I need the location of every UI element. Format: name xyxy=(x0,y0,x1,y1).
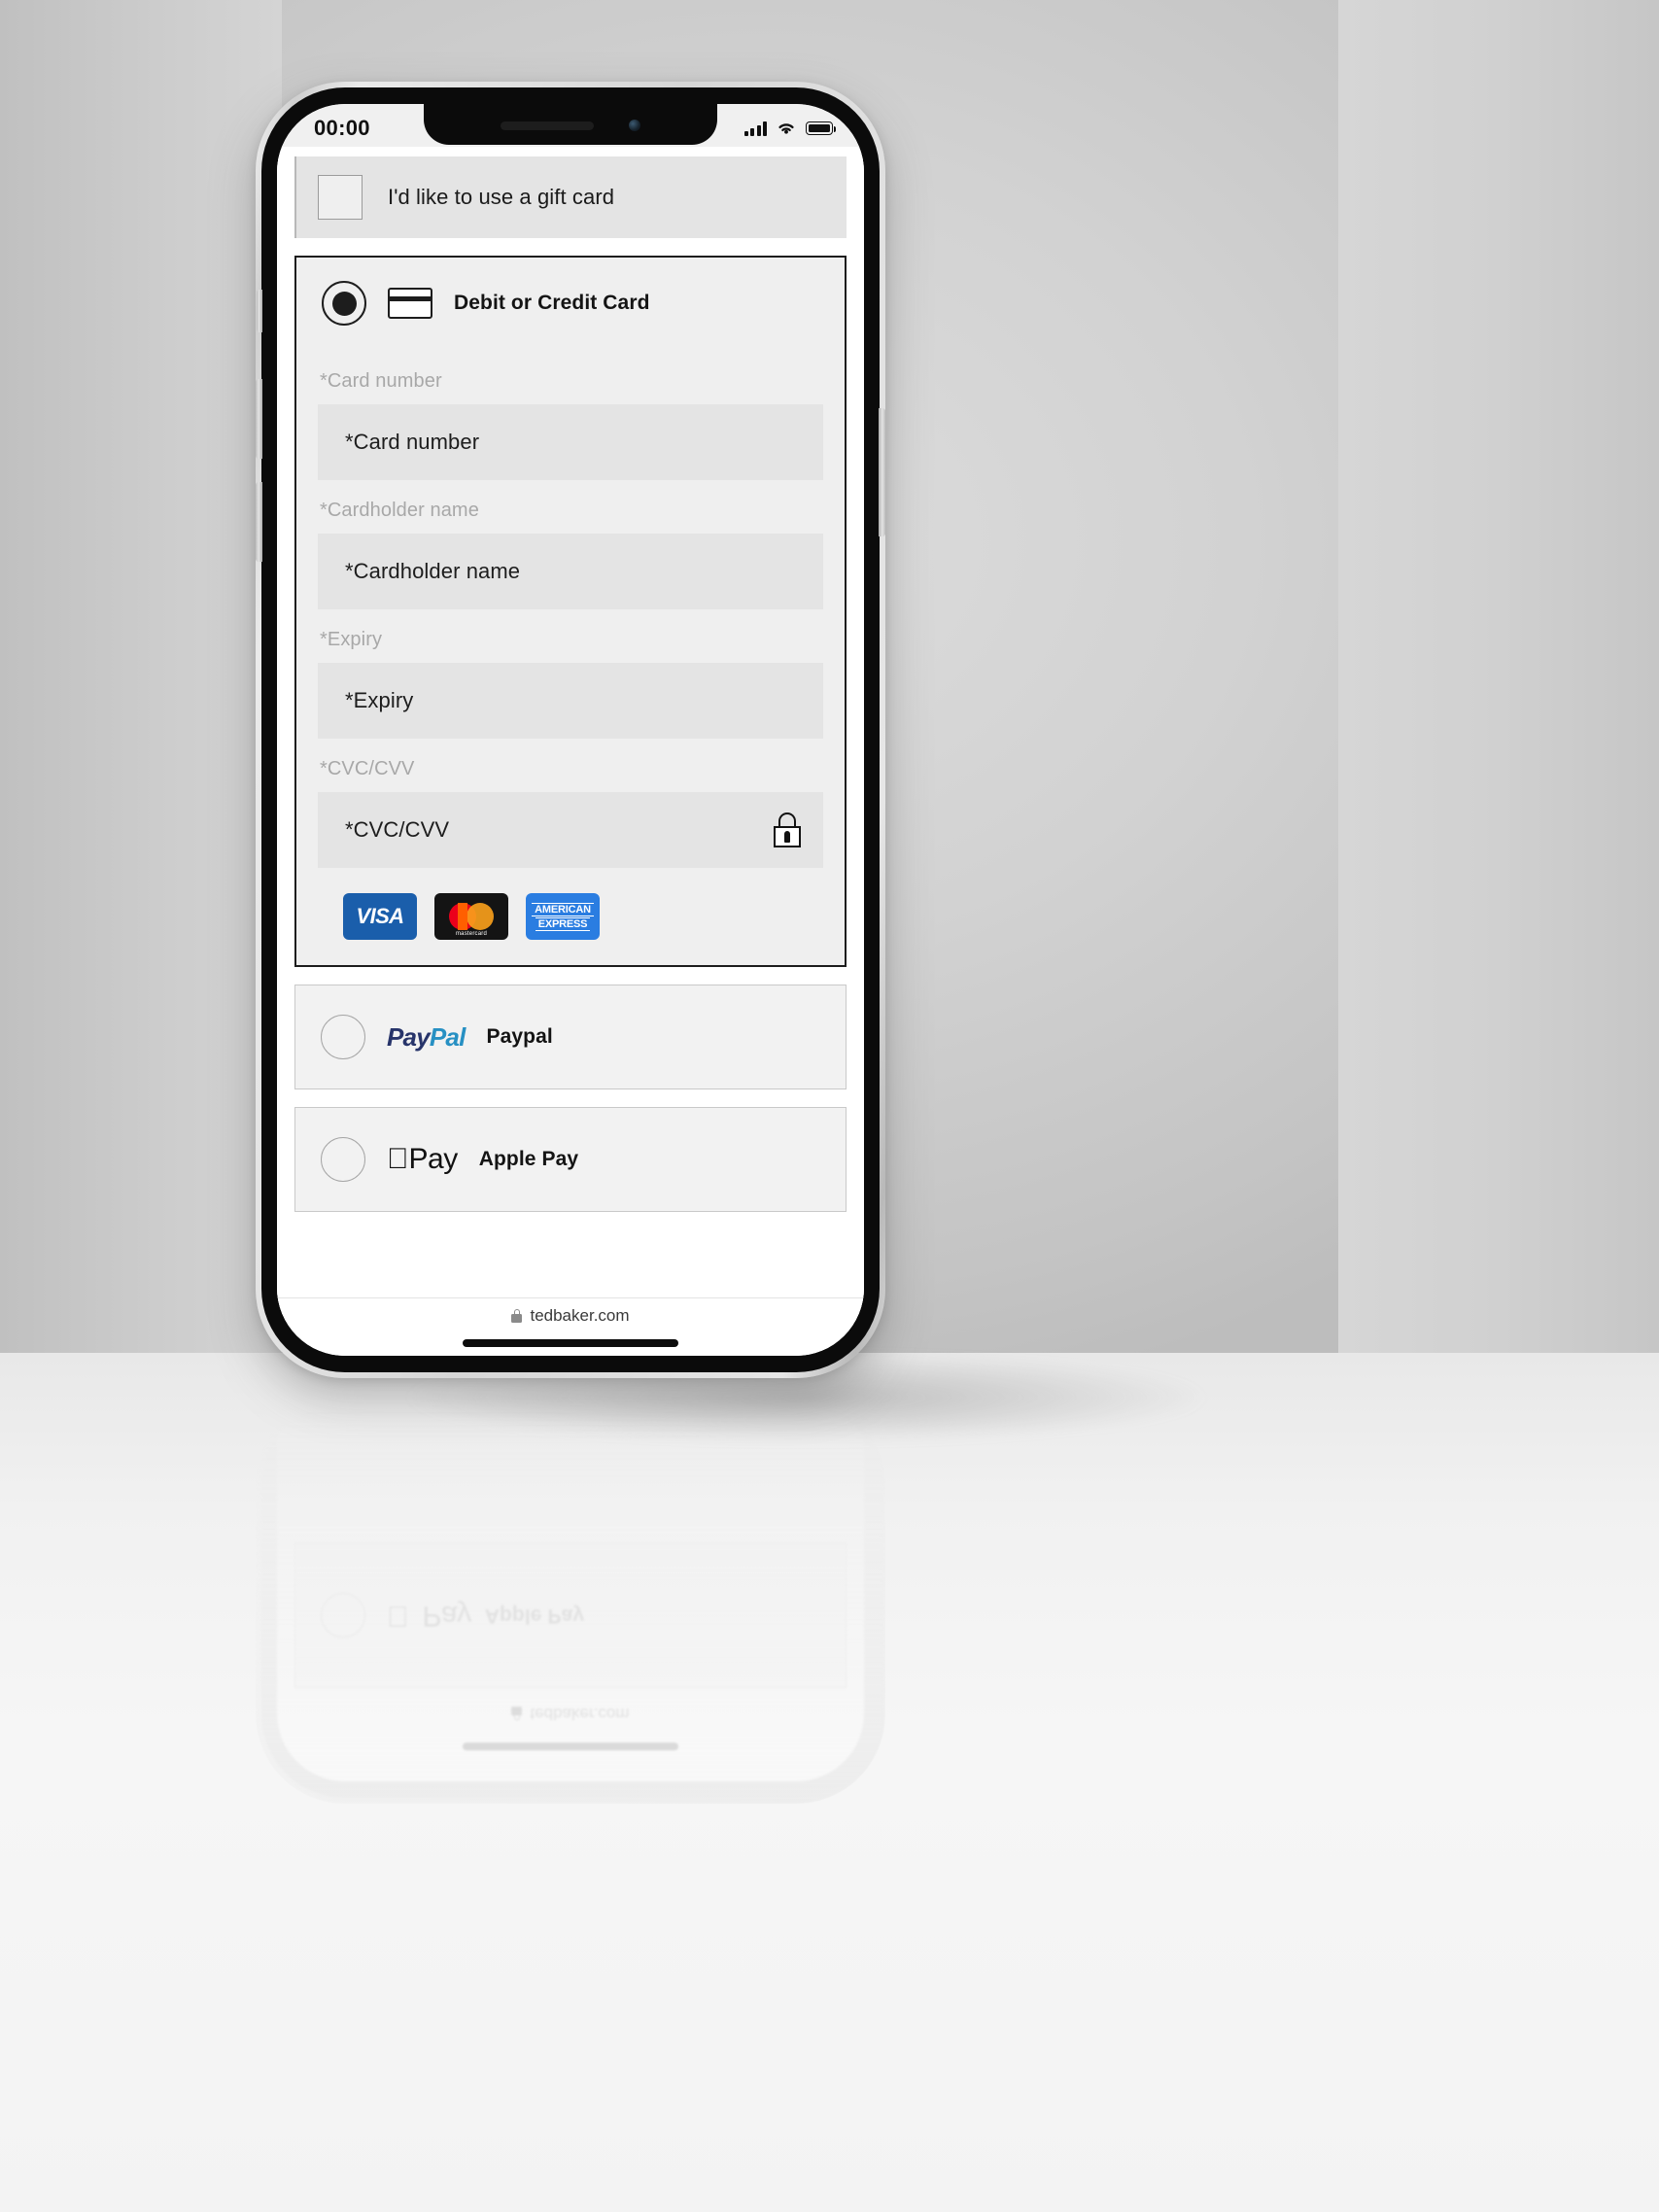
smartphone-device: 00:00 I'd like to use a gift card Debit … xyxy=(256,82,885,1378)
status-bar-clock: 00:00 xyxy=(314,116,370,140)
status-bar-indicators xyxy=(743,121,836,136)
card-details-form: *Card number *Card number *Cardholder na… xyxy=(296,343,845,965)
phone-reflection: tedbaker.com  Pay Apple Pay xyxy=(256,1396,885,1804)
reflection-apple-pay-wordmark: Pay xyxy=(400,1600,471,1632)
battery-icon xyxy=(806,121,836,135)
reflection-url-bar: tedbaker.com xyxy=(277,1704,864,1723)
mastercard-icon: mastercard xyxy=(434,893,508,940)
mastercard-circles xyxy=(449,903,494,930)
phone-bezel: 00:00 I'd like to use a gift card Debit … xyxy=(256,87,885,1372)
phone-reflection-screen: tedbaker.com  Pay Apple Pay xyxy=(277,1418,864,1781)
home-indicator[interactable] xyxy=(463,1339,678,1347)
visa-icon: VISA xyxy=(343,893,417,940)
radio-applepay[interactable] xyxy=(321,1137,365,1182)
earpiece-speaker xyxy=(501,121,594,130)
payment-method-applepay-panel[interactable]:  Pay Apple Pay xyxy=(294,1107,847,1212)
cardholder-name-field: *Cardholder name *Cardholder name xyxy=(318,484,823,609)
payment-method-applepay-header[interactable]:  Pay Apple Pay xyxy=(295,1108,846,1211)
cardholder-name-placeholder: *Cardholder name xyxy=(345,559,521,583)
apple-pay-wordmark: Pay xyxy=(387,1143,459,1175)
amex-line-1: AMERICAN xyxy=(532,902,594,916)
reflection-apple-pay-logo:  Pay Apple Pay xyxy=(387,1599,584,1632)
paypal-logo-pal: Pal xyxy=(429,1021,466,1052)
backdrop-left-edge xyxy=(0,0,282,1353)
cvc-label: *CVC/CVV xyxy=(320,758,415,779)
volume-down-button[interactable] xyxy=(256,482,262,562)
reflection-apple-pay-label: Apple Pay xyxy=(463,1605,584,1627)
cvc-field: *CVC/CVV *CVC/CVV xyxy=(318,743,823,868)
cardholder-name-input[interactable]: *Cardholder name xyxy=(318,534,823,609)
payment-method-applepay-label: Apple Pay xyxy=(457,1148,578,1170)
radio-debit-credit-card[interactable] xyxy=(322,281,366,326)
credit-card-icon xyxy=(388,288,432,319)
reflection-url-text: tedbaker.com xyxy=(530,1705,630,1723)
gift-card-checkbox[interactable] xyxy=(318,175,363,220)
phone-reflection-body: tedbaker.com  Pay Apple Pay xyxy=(261,1401,880,1798)
reflection-applepay-row:  Pay Apple Pay xyxy=(294,1542,847,1688)
reflection-home-indicator xyxy=(463,1743,678,1750)
gift-card-option-row[interactable]: I'd like to use a gift card xyxy=(294,156,847,238)
browser-url-text: tedbaker.com xyxy=(530,1306,630,1325)
padlock-icon xyxy=(511,1309,523,1323)
front-camera xyxy=(629,120,640,131)
cellular-signal-icon xyxy=(743,121,767,136)
american-express-icon: AMERICAN EXPRESS xyxy=(526,893,600,940)
browser-url-bar[interactable]: tedbaker.com xyxy=(277,1297,864,1356)
cvc-input[interactable]: *CVC/CVV xyxy=(318,792,823,868)
paypal-logo-icon: PayPal xyxy=(387,1022,466,1053)
amex-line-2: EXPRESS xyxy=(535,916,591,931)
expiry-placeholder: *Expiry xyxy=(345,688,414,712)
card-number-input[interactable]: *Card number xyxy=(318,404,823,480)
silent-switch-button[interactable] xyxy=(257,290,262,332)
phone-screen: 00:00 I'd like to use a gift card Debit … xyxy=(277,104,864,1356)
card-number-label: *Card number xyxy=(320,370,442,392)
reflection-apple-logo-icon:  xyxy=(387,1600,409,1632)
payment-method-card-panel[interactable]: Debit or Credit Card *Card number *Card … xyxy=(294,256,847,967)
wifi-icon xyxy=(778,123,794,134)
studio-scene: 00:00 I'd like to use a gift card Debit … xyxy=(0,0,1659,2212)
paypal-logo-pay: Pay xyxy=(387,1021,431,1052)
expiry-label: *Expiry xyxy=(320,629,383,650)
checkout-page: I'd like to use a gift card Debit or Cre… xyxy=(277,147,864,1356)
expiry-field: *Expiry *Expiry xyxy=(318,613,823,739)
reflection-radio-applepay xyxy=(321,1593,365,1638)
cardholder-name-label: *Cardholder name xyxy=(320,500,479,521)
mastercard-wordmark: mastercard xyxy=(455,931,487,937)
radio-selected-dot xyxy=(331,291,357,316)
gift-card-label: I'd like to use a gift card xyxy=(388,185,615,209)
payment-method-paypal-header[interactable]: PayPal Paypal xyxy=(295,985,846,1089)
payment-method-card-header[interactable]: Debit or Credit Card xyxy=(296,258,845,343)
expiry-input[interactable]: *Expiry xyxy=(318,663,823,739)
card-number-field: *Card number *Card number xyxy=(318,355,823,480)
payment-method-card-label: Debit or Credit Card xyxy=(454,292,650,314)
radio-paypal[interactable] xyxy=(321,1015,365,1059)
device-notch xyxy=(424,104,717,145)
card-number-placeholder: *Card number xyxy=(345,430,480,454)
checkout-content: I'd like to use a gift card Debit or Cre… xyxy=(277,147,864,1297)
reflection-padlock-icon xyxy=(511,1707,523,1720)
backdrop-right-edge xyxy=(1338,0,1659,1353)
lock-icon xyxy=(773,812,802,847)
power-button[interactable] xyxy=(879,408,885,536)
volume-up-button[interactable] xyxy=(256,379,262,459)
apple-pay-logo-icon:  Pay xyxy=(387,1143,458,1176)
visa-wordmark: VISA xyxy=(356,904,405,928)
accepted-cards-list: VISA mastercard AMERICAN EXPRESS xyxy=(318,872,823,965)
browser-url-inner[interactable]: tedbaker.com xyxy=(511,1306,630,1326)
cvc-placeholder: *CVC/CVV xyxy=(345,817,450,842)
apple-logo-icon:  xyxy=(387,1145,409,1174)
payment-method-paypal-label: Paypal xyxy=(486,1025,553,1048)
payment-method-paypal-panel[interactable]: PayPal Paypal xyxy=(294,985,847,1089)
